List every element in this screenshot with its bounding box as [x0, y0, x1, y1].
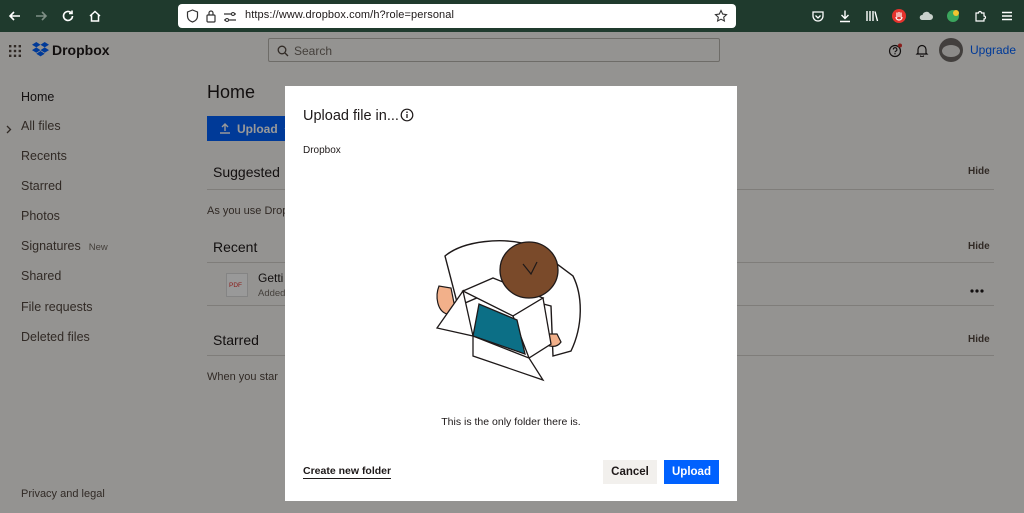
browser-toolbar: https://www.dropbox.com/h?role=personal: [0, 0, 1024, 32]
reload-icon[interactable]: [58, 6, 78, 26]
extension-green-icon[interactable]: [943, 6, 963, 26]
bookmark-star-icon[interactable]: [714, 9, 728, 28]
dialog-title: Upload file in...: [303, 108, 399, 124]
extensions-puzzle-icon[interactable]: [970, 6, 990, 26]
breadcrumb[interactable]: Dropbox: [303, 145, 341, 156]
dialog-upload-button[interactable]: Upload: [664, 460, 719, 484]
pocket-icon[interactable]: [808, 6, 828, 26]
extension-red-icon[interactable]: [889, 6, 909, 26]
cancel-button[interactable]: Cancel: [603, 460, 657, 484]
extension-cloud-icon[interactable]: [916, 6, 936, 26]
forward-icon[interactable]: [31, 6, 51, 26]
url-text[interactable]: https://www.dropbox.com/h?role=personal: [245, 9, 454, 21]
home-icon[interactable]: [85, 6, 105, 26]
library-icon[interactable]: [862, 6, 882, 26]
dialog-caption: This is the only folder there is.: [441, 416, 581, 428]
info-icon[interactable]: [400, 108, 414, 122]
upload-dialog: Upload file in... Dropbox This is the on…: [285, 86, 737, 501]
back-icon[interactable]: [5, 6, 25, 26]
permissions-icon[interactable]: [223, 10, 237, 28]
shield-icon[interactable]: [186, 9, 199, 28]
person-with-box-illustration: [433, 236, 588, 384]
lock-icon[interactable]: [205, 9, 217, 28]
create-new-folder-link[interactable]: Create new folder: [303, 465, 392, 479]
menu-icon[interactable]: [997, 6, 1017, 26]
address-bar[interactable]: https://www.dropbox.com/h?role=personal: [178, 4, 736, 28]
downloads-icon[interactable]: [835, 6, 855, 26]
